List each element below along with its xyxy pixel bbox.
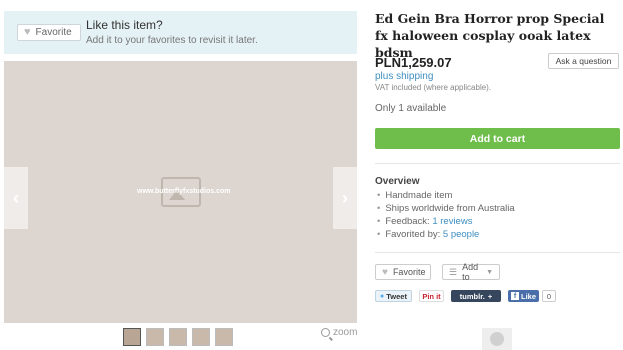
thumbnail-strip <box>123 328 233 346</box>
chevron-right-icon: › <box>342 187 348 208</box>
listing-image-viewer[interactable]: www.butterflyfxstudios.com ‹ › <box>4 61 357 323</box>
chevron-down-icon: ▼ <box>486 268 493 276</box>
chevron-left-icon: ‹ <box>13 187 19 208</box>
divider <box>375 163 620 164</box>
thumbnail-5[interactable] <box>215 328 233 346</box>
favorite-banner: ♥ Favorite Like this item? Add it to you… <box>4 11 357 54</box>
overview-item: Feedback: 1 reviews <box>377 215 515 228</box>
divider <box>375 252 620 253</box>
facebook-icon: f <box>510 292 519 300</box>
favorite-button-label: Favorite <box>392 267 426 277</box>
overview-title: Overview <box>375 176 420 187</box>
overview-item: Favorited by: 5 people <box>377 228 515 241</box>
thumbnail-3[interactable] <box>169 328 187 346</box>
thumbnail-2[interactable] <box>146 328 164 346</box>
tumblr-button[interactable]: tumblr. + <box>451 290 501 302</box>
ask-question-button[interactable]: Ask a question <box>548 53 619 69</box>
feedback-link[interactable]: 1 reviews <box>432 216 472 227</box>
list-icon: ☰ <box>449 266 458 277</box>
availability-text: Only 1 available <box>375 103 447 114</box>
heart-icon: ♥ <box>382 266 388 278</box>
next-image-button[interactable]: › <box>333 167 357 229</box>
add-to-label: Add to <box>462 262 479 282</box>
favorite-banner-button[interactable]: ♥ Favorite <box>17 24 81 41</box>
overview-item: Ships worldwide from Australia <box>377 202 514 215</box>
add-to-list-button[interactable]: ☰ Add to ▼ <box>442 262 500 282</box>
overview-list: Handmade item Ships worldwide from Austr… <box>377 189 515 241</box>
avatar-silhouette <box>490 332 504 346</box>
shipping-link[interactable]: plus shipping <box>375 71 433 82</box>
favorite-banner-button-label: Favorite <box>35 27 72 38</box>
favorited-by-link[interactable]: 5 people <box>443 229 479 240</box>
vat-note: VAT included (where applicable). <box>375 83 492 92</box>
facebook-like-button[interactable]: f Like <box>508 290 539 302</box>
thumbnail-4[interactable] <box>192 328 210 346</box>
magnifier-icon <box>321 328 330 337</box>
shop-owner-avatar[interactable] <box>482 328 512 350</box>
facebook-like-count: 0 <box>542 290 556 302</box>
listing-price: PLN1,259.07 <box>375 55 452 70</box>
favorite-banner-title: Like this item? <box>86 18 163 32</box>
image-watermark: www.butterflyfxstudios.com <box>137 188 231 195</box>
overview-item: Handmade item <box>377 189 515 202</box>
favorite-button[interactable]: ♥ Favorite <box>375 264 431 280</box>
zoom-label: zoom <box>333 327 358 338</box>
add-to-cart-button[interactable]: Add to cart <box>375 128 620 149</box>
zoom-button[interactable]: zoom <box>321 327 357 338</box>
tweet-button[interactable]: ● Tweet <box>375 290 412 302</box>
favorite-banner-subtitle: Add it to your favorites to revisit it l… <box>86 35 258 46</box>
pin-it-button[interactable]: Pin it <box>419 290 444 302</box>
previous-image-button[interactable]: ‹ <box>4 167 28 229</box>
heart-icon: ♥ <box>24 26 31 38</box>
thumbnail-1[interactable] <box>123 328 141 346</box>
twitter-bird-icon: ● <box>380 292 385 300</box>
